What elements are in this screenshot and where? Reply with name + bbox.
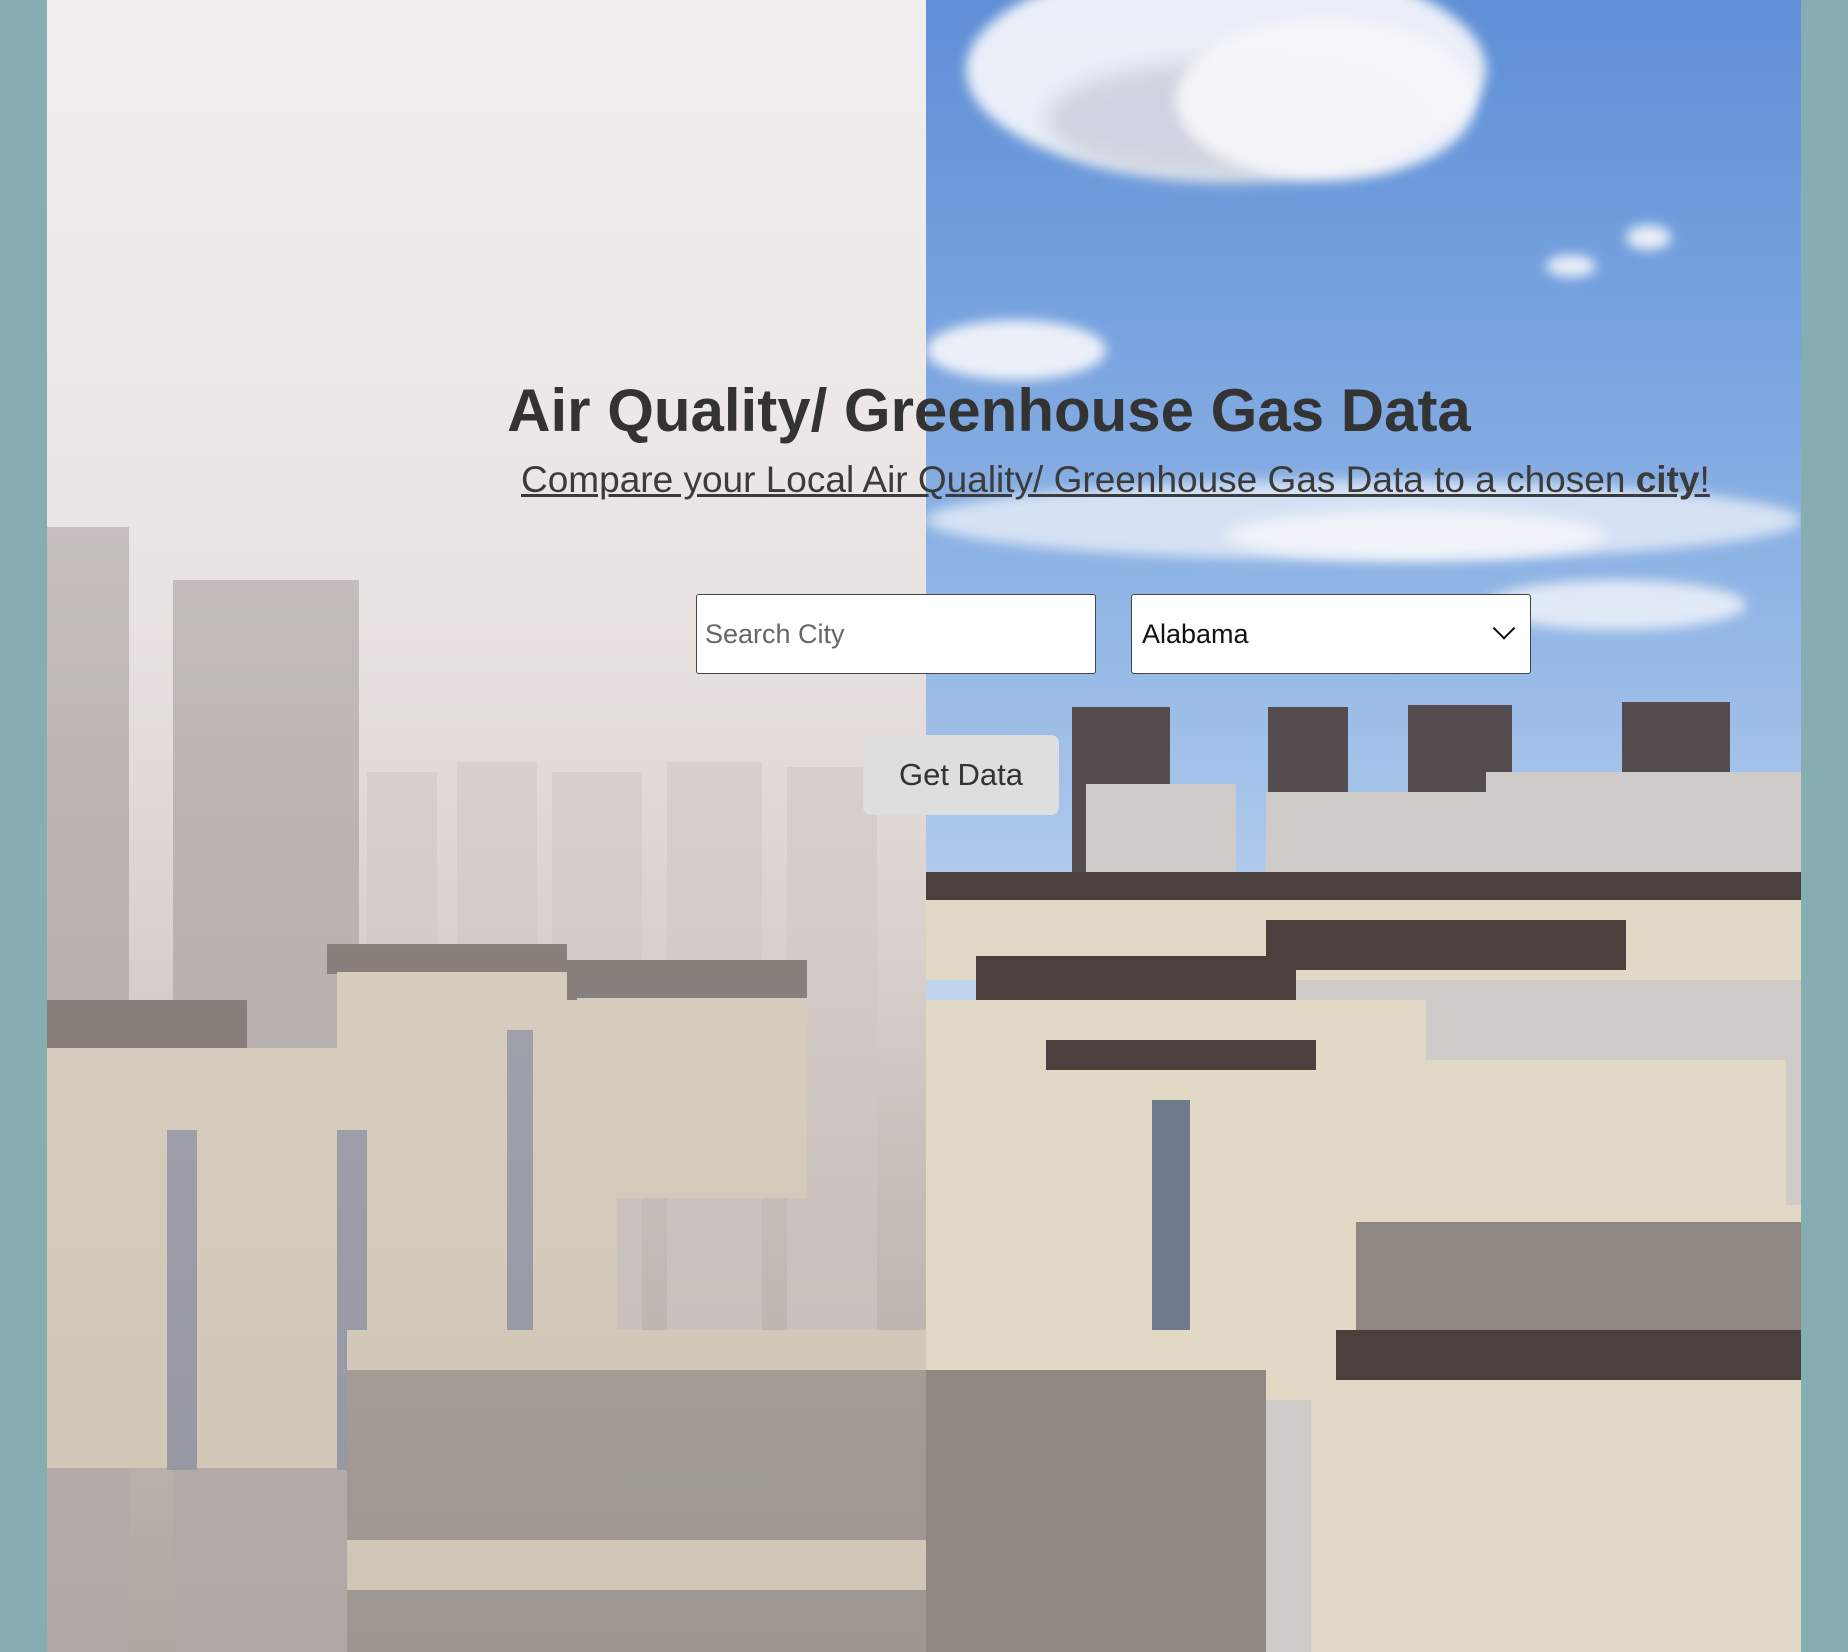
search-city-placeholder: Search City bbox=[705, 618, 845, 649]
subtitle-suffix: ! bbox=[1699, 459, 1710, 500]
state-select-value: Alabama bbox=[1142, 618, 1249, 649]
subtitle-emphasis: city bbox=[1635, 459, 1700, 500]
page-content: Air Quality/ Greenhouse Gas Data Compare… bbox=[0, 0, 1848, 1652]
chevron-down-icon bbox=[1492, 617, 1516, 640]
state-select[interactable]: Alabama bbox=[1131, 594, 1531, 674]
page-title: Air Quality/ Greenhouse Gas Data bbox=[507, 377, 1471, 444]
search-city-input[interactable]: Search City bbox=[696, 594, 1096, 674]
get-data-button[interactable]: Get Data bbox=[863, 735, 1059, 815]
subtitle-text: Compare your Local Air Quality/ Greenhou… bbox=[521, 459, 1636, 500]
page-subtitle: Compare your Local Air Quality/ Greenhou… bbox=[521, 458, 1710, 502]
